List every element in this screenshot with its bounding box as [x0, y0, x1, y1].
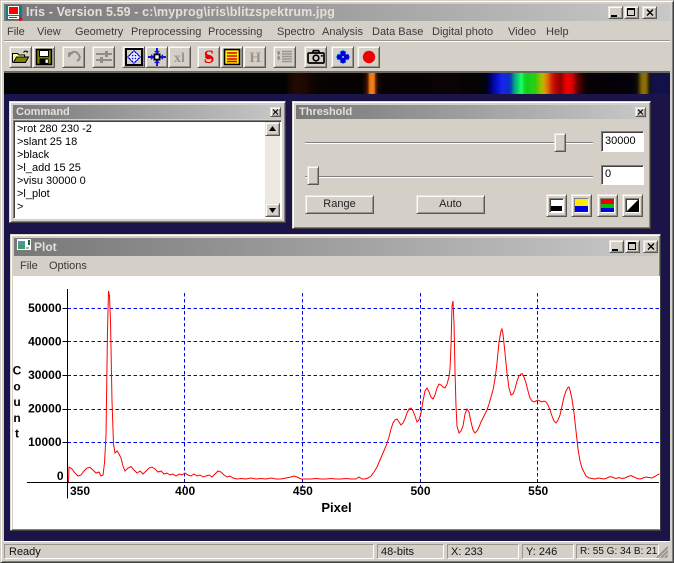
svg-text:C: C [13, 364, 22, 378]
svg-text:H: H [249, 50, 261, 65]
svg-text:30000: 30000 [28, 368, 62, 382]
svg-text:550: 550 [528, 484, 548, 498]
svg-text:350: 350 [70, 484, 90, 498]
svg-text:40000: 40000 [28, 334, 62, 348]
svg-text:u: u [13, 395, 20, 409]
svg-text:50000: 50000 [28, 301, 62, 315]
svg-text:xl: xl [174, 51, 185, 65]
svg-text:o: o [13, 379, 20, 393]
svg-text:0: 0 [57, 469, 64, 483]
svg-text:n: n [13, 411, 20, 425]
svg-text:10000: 10000 [28, 435, 62, 449]
svg-text:500: 500 [411, 484, 431, 498]
svg-text:400: 400 [175, 484, 195, 498]
svg-text:450: 450 [293, 484, 313, 498]
svg-text:t: t [15, 427, 19, 441]
svg-text:Pixel: Pixel [321, 500, 351, 515]
svg-text:20000: 20000 [28, 402, 62, 416]
